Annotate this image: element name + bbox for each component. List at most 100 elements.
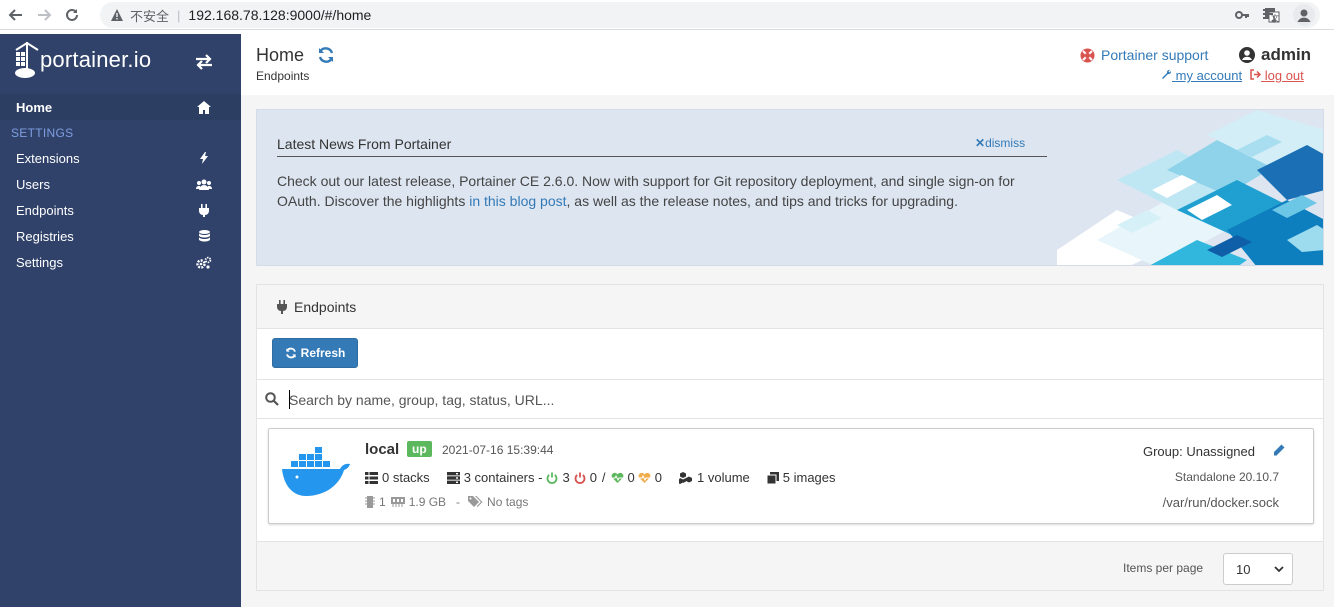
security-label: 不安全: [130, 8, 170, 24]
database-icon: [196, 229, 212, 243]
dismiss-label: dismiss: [985, 136, 1026, 150]
cpu-count: 1: [379, 495, 386, 509]
sidebar-item-settings[interactable]: Settings: [0, 249, 241, 275]
forward-icon[interactable]: [32, 3, 56, 27]
server-icon: [446, 471, 460, 484]
plug-icon: [277, 300, 287, 314]
sidebar-item-endpoints[interactable]: Endpoints: [0, 197, 241, 223]
logout-link[interactable]: log out: [1250, 68, 1304, 83]
docker-version: Standalone 20.10.7: [1174, 470, 1279, 484]
endpoint-url: /var/run/docker.sock: [1162, 495, 1279, 510]
news-title: Latest News From Portainer: [277, 136, 452, 152]
endpoint-resources: 1 1.9 GB - No tags: [365, 495, 528, 509]
heartbeat-icon: [611, 472, 624, 484]
chevron-down-icon: [1274, 566, 1284, 573]
healthy-count: 0: [627, 470, 635, 485]
wrench-icon: [1162, 69, 1172, 79]
sidebar-item-registries[interactable]: Registries: [0, 223, 241, 249]
url-separator: |: [177, 7, 181, 23]
clone-icon: [766, 471, 779, 484]
browser-toolbar: 不安全 | 192.168.78.128:9000/#/home 文: [0, 0, 1334, 30]
refresh-icon[interactable]: [317, 46, 335, 64]
logo-row: portainer.io: [0, 34, 241, 92]
sidebar-item-label: Registries: [16, 228, 74, 244]
images-count: 5 images: [782, 470, 836, 485]
dismiss-link[interactable]: ✕dismiss: [975, 136, 1025, 150]
cpu-icon: [365, 496, 375, 508]
th-icon: [365, 471, 378, 484]
page-title: Home: [256, 45, 305, 65]
home-icon: [196, 100, 212, 114]
power-on-icon: [546, 472, 558, 484]
memory-icon: [390, 497, 405, 507]
status-badge: up: [407, 441, 432, 457]
users-icon: [196, 177, 212, 191]
logo-text[interactable]: portainer.io: [40, 47, 151, 73]
items-per-page-value: 10: [1236, 561, 1251, 577]
news-body-text-end: , as well as the release notes, and tips…: [566, 193, 958, 209]
endpoint-name: local: [365, 441, 400, 458]
news-banner: Latest News From Portainer ✕dismiss Chec…: [256, 109, 1324, 266]
sidebar-item-home[interactable]: Home: [0, 94, 241, 120]
heartbeat-warn-icon: [638, 472, 651, 484]
refresh-icon: [285, 347, 296, 359]
sidebar-item-users[interactable]: Users: [0, 171, 241, 197]
power-off-icon: [574, 472, 586, 484]
panel-header: Endpoints: [257, 285, 1323, 329]
containers-count: 3 containers -: [463, 470, 543, 485]
meta-dash: -: [456, 495, 461, 509]
search-bar: [257, 379, 1323, 419]
reading-list-icon[interactable]: [1262, 7, 1278, 23]
logout-label: log out: [1264, 68, 1304, 83]
group-label: Group: Unassigned: [1142, 444, 1255, 459]
close-icon: ✕: [975, 136, 986, 150]
account-links: my account log out: [1161, 68, 1304, 83]
refresh-button[interactable]: Refresh: [272, 338, 358, 368]
support-link[interactable]: Portainer support: [1080, 47, 1208, 63]
items-per-page-select[interactable]: 10: [1223, 553, 1293, 585]
key-icon[interactable]: [1234, 7, 1250, 23]
support-label: Portainer support: [1101, 47, 1209, 63]
sidebar: portainer.io Home SETTINGS Extensions Us…: [0, 34, 241, 607]
endpoint-stats: 0 stacks 3 containers - 3 0 / 0 0 1 volu…: [365, 470, 836, 485]
sidebar-item-label: Settings: [16, 254, 63, 270]
stats-separator: /: [601, 470, 606, 485]
back-icon[interactable]: [4, 3, 28, 27]
unhealthy-count: 0: [654, 470, 663, 485]
endpoint-card[interactable]: local up 2021-07-16 15:39:44 0 stacks 3 …: [268, 428, 1314, 524]
blog-post-link[interactable]: in this blog post: [469, 193, 566, 209]
cubes-icon: [679, 471, 693, 484]
search-input[interactable]: [289, 388, 1289, 412]
breadcrumb: Endpoints: [256, 69, 310, 83]
text-cursor: [289, 390, 290, 409]
user-menu: admin: [1239, 45, 1311, 65]
sidebar-item-extensions[interactable]: Extensions: [0, 145, 241, 171]
endpoints-panel: Endpoints Refresh local up 2021-07-16 15…: [256, 284, 1324, 591]
toggle-sidebar-icon[interactable]: [194, 54, 214, 70]
portainer-logo-icon[interactable]: [14, 40, 40, 80]
cogs-icon: [196, 255, 212, 269]
address-bar[interactable]: 不安全 | 192.168.78.128:9000/#/home 文: [100, 2, 1320, 28]
profile-icon[interactable]: [1293, 4, 1315, 26]
url-text: 192.168.78.128:9000/#/home: [188, 7, 372, 23]
news-body: Check out our latest release, Portainer …: [277, 171, 1057, 211]
news-divider: [277, 156, 1047, 157]
reload-icon[interactable]: [60, 3, 84, 27]
refresh-label: Refresh: [300, 346, 346, 360]
volumes-count: 1 volume: [697, 470, 750, 485]
search-icon: [265, 392, 279, 406]
pencil-icon[interactable]: [1273, 444, 1285, 456]
bolt-icon: [196, 151, 212, 165]
panel-title: Endpoints: [294, 299, 357, 315]
running-count: 3: [562, 470, 570, 485]
life-ring-icon: [1080, 48, 1095, 62]
cubes-illustration: [1057, 110, 1323, 265]
pagination-footer: Items per page 10: [257, 541, 1323, 590]
tags-icon: [468, 496, 483, 508]
items-per-page-label: Items per page: [1123, 561, 1204, 575]
endpoint-timestamp: 2021-07-16 15:39:44: [442, 443, 554, 457]
sign-out-icon: [1250, 69, 1262, 80]
sidebar-item-label: Endpoints: [16, 202, 74, 218]
plug-icon: [196, 203, 212, 217]
my-account-link[interactable]: my account: [1161, 68, 1242, 83]
